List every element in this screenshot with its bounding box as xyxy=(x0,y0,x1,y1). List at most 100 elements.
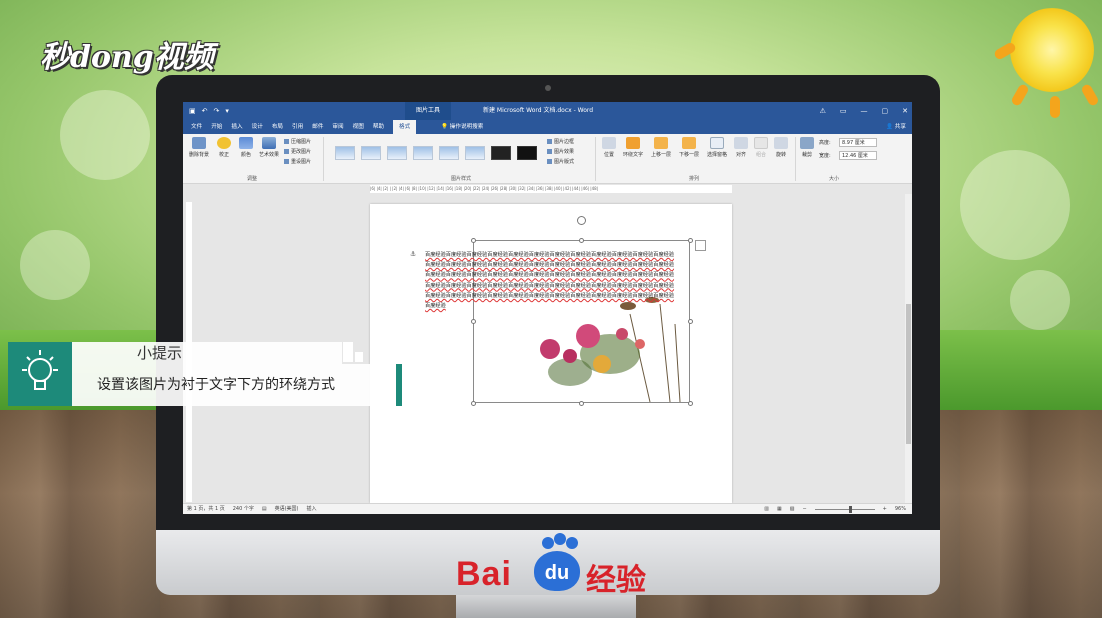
picture-style-6[interactable] xyxy=(465,146,485,160)
change-picture-button[interactable]: 更改图片 xyxy=(284,148,311,155)
rotate-button[interactable]: 旋转 xyxy=(773,137,789,158)
ribbon-options-icon[interactable]: ▭ xyxy=(840,102,847,120)
selection-pane-button[interactable]: 选择窗格 xyxy=(705,137,729,158)
picture-border-icon xyxy=(547,139,552,144)
layout-options-button[interactable] xyxy=(695,240,706,251)
customize-icon[interactable]: ▾ xyxy=(225,107,229,115)
corrections-button[interactable]: 校正 xyxy=(215,137,233,158)
web-layout-icon[interactable]: ▧ xyxy=(790,504,795,514)
scrollbar-thumb[interactable] xyxy=(906,304,911,444)
resize-handle[interactable] xyxy=(688,238,693,243)
ruler-area: |6| |4| |2| | |2| |4| |6| |8| |10| |12| … xyxy=(183,184,912,194)
reset-picture-icon xyxy=(284,159,289,164)
picture-style-8[interactable] xyxy=(517,146,537,160)
tip-deco xyxy=(343,342,353,362)
send-backward-button[interactable]: 下移一层 xyxy=(677,137,701,158)
picture-border-label: 图片边框 xyxy=(554,139,575,145)
tab-7[interactable]: 审阅 xyxy=(332,120,343,134)
bring-forward-button[interactable]: 上移一层 xyxy=(649,137,673,158)
redo-icon[interactable]: ↷ xyxy=(214,107,220,115)
zoom-out-button[interactable]: − xyxy=(802,504,806,514)
rotate-handle[interactable] xyxy=(577,216,586,225)
undo-icon[interactable]: ↶ xyxy=(202,107,208,115)
close-button[interactable]: ✕ xyxy=(902,102,908,120)
zoom-level[interactable]: 96% xyxy=(895,504,906,514)
artistic-effects-button[interactable]: 艺术效果 xyxy=(257,137,281,158)
picture-style-1[interactable] xyxy=(335,146,355,160)
horizontal-ruler[interactable]: |6| |4| |2| | |2| |4| |6| |8| |10| |12| … xyxy=(370,185,732,193)
picture-effects-button[interactable]: 图片效果 xyxy=(547,148,574,155)
print-layout-icon[interactable]: ▦ xyxy=(777,504,782,514)
tab-list: 文件 开始 插入 设计 布局 引用 邮件 审阅 视图 帮助 格式 xyxy=(191,120,417,134)
vertical-scrollbar[interactable] xyxy=(905,194,912,503)
picture-border-button[interactable]: 图片边框 xyxy=(547,138,574,145)
reset-picture-button[interactable]: 重设图片 xyxy=(284,158,311,165)
proofing-icon[interactable]: ▤ xyxy=(262,504,267,514)
group-icon xyxy=(754,137,768,149)
picture-style-3[interactable] xyxy=(387,146,407,160)
resize-handle[interactable] xyxy=(688,401,693,406)
align-button[interactable]: 对齐 xyxy=(733,137,749,158)
color-button[interactable]: 颜色 xyxy=(237,137,255,158)
word-window: ▣ ↶ ↷ ▾ 图片工具 新建 Microsoft Word 文档.docx -… xyxy=(183,102,912,514)
reset-picture-label: 重设图片 xyxy=(291,159,312,165)
document-body-text[interactable]: 百度经验百度经验百度经验百度经验百度经验百度经验百度经验百度经验百度经验百度经验… xyxy=(425,250,677,311)
width-label: 宽度: xyxy=(819,153,831,159)
read-mode-icon[interactable]: ▥ xyxy=(764,504,769,514)
tell-me-search[interactable]: 💡 操作说明搜索 xyxy=(441,120,483,134)
height-label: 高度: xyxy=(819,140,831,146)
zoom-slider[interactable] xyxy=(814,505,875,513)
tab-6[interactable]: 邮件 xyxy=(312,120,323,134)
share-button[interactable]: 👤 共享 xyxy=(886,120,906,134)
minimize-button[interactable]: — xyxy=(861,102,868,120)
resize-handle[interactable] xyxy=(471,238,476,243)
zoom-in-button[interactable]: + xyxy=(883,504,887,514)
document-page[interactable]: ⚓ 百度经验百度经验百度经验百度经验百度经验百度经验百度经验百度经验百度经验百度… xyxy=(370,204,732,503)
baidu-text: Bai xyxy=(456,555,512,593)
tab-8[interactable]: 视图 xyxy=(353,120,364,134)
width-input[interactable]: 12.46 厘米 xyxy=(839,151,877,160)
compress-pictures-button[interactable]: 压缩图片 xyxy=(284,138,311,145)
warning-icon[interactable]: ⚠ xyxy=(820,102,826,120)
window-controls: ⚠ ▭ — ▢ ✕ xyxy=(820,102,908,120)
resize-handle[interactable] xyxy=(579,238,584,243)
selection-pane-icon xyxy=(710,137,724,149)
page-count[interactable]: 第 1 页，共 1 页 xyxy=(187,504,225,514)
wrap-text-button[interactable]: 环绕文字 xyxy=(621,137,645,158)
tab-4[interactable]: 布局 xyxy=(272,120,283,134)
resize-handle[interactable] xyxy=(688,319,693,324)
tab-2[interactable]: 插入 xyxy=(231,120,242,134)
tab-1[interactable]: 开始 xyxy=(211,120,222,134)
picture-style-7[interactable] xyxy=(491,146,511,160)
picture-style-4[interactable] xyxy=(413,146,433,160)
resize-handle[interactable] xyxy=(579,401,584,406)
group-label-arrange: 排列 xyxy=(689,176,700,182)
tip-deco xyxy=(355,352,363,362)
remove-background-button[interactable]: 删除背景 xyxy=(187,137,211,158)
word-count[interactable]: 240 个字 xyxy=(233,504,254,514)
tab-3[interactable]: 设计 xyxy=(252,120,263,134)
position-button[interactable]: 位置 xyxy=(601,137,617,158)
picture-tools-context: 图片工具 xyxy=(405,102,451,120)
crop-label: 裁剪 xyxy=(801,152,812,158)
crop-button[interactable]: 裁剪 xyxy=(799,137,815,158)
resize-handle[interactable] xyxy=(471,319,476,324)
resize-handle[interactable] xyxy=(471,401,476,406)
picture-style-5[interactable] xyxy=(439,146,459,160)
save-icon[interactable]: ▣ xyxy=(189,107,196,115)
height-input[interactable]: 8.97 厘米 xyxy=(839,138,877,147)
tab-0[interactable]: 文件 xyxy=(191,120,202,134)
baidu-du: du xyxy=(534,551,580,591)
group-button[interactable]: 组合 xyxy=(753,137,769,158)
language-indicator[interactable]: 英语(美国) xyxy=(275,504,299,514)
tab-10[interactable]: 格式 xyxy=(393,120,417,134)
tab-9[interactable]: 帮助 xyxy=(373,120,384,134)
ribbon-tabs: 文件 开始 插入 设计 布局 引用 邮件 审阅 视图 帮助 格式 💡 操作说明搜索 👤 共享 xyxy=(183,120,912,134)
document-title: 新建 Microsoft Word 文档.docx - Word xyxy=(483,107,594,114)
zoom-slider-knob[interactable] xyxy=(848,505,852,513)
insert-mode[interactable]: 插入 xyxy=(307,504,317,514)
tab-5[interactable]: 引用 xyxy=(292,120,303,134)
picture-layout-button[interactable]: 图片版式 xyxy=(547,158,574,165)
picture-style-2[interactable] xyxy=(361,146,381,160)
maximize-button[interactable]: ▢ xyxy=(882,102,889,120)
